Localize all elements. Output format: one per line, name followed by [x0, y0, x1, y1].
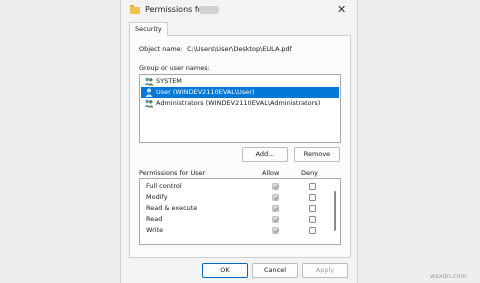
permission-name: Read — [146, 215, 163, 223]
deny-checkbox[interactable] — [309, 227, 316, 234]
list-item-label: SYSTEM — [156, 77, 182, 85]
deny-checkbox[interactable] — [309, 183, 316, 190]
tab-security[interactable]: Security — [129, 22, 168, 36]
permission-name: Read & execute — [146, 204, 198, 212]
permission-row-read-execute: Read & execute — [140, 203, 330, 214]
close-icon[interactable]: ✕ — [337, 3, 346, 16]
list-item-user[interactable]: User (WINDEV2110EVAL\User) — [141, 87, 339, 98]
allow-column-header: Allow — [262, 169, 280, 177]
permission-name: Full control — [146, 182, 182, 190]
permissions-list[interactable]: Full control Modify Read & execute Read — [139, 178, 341, 245]
allow-checkbox — [272, 194, 279, 201]
list-item-label: Administrators (WINDEV2110EVAL\Administr… — [156, 99, 321, 107]
list-item-administrators[interactable]: Administrators (WINDEV2110EVAL\Administr… — [141, 98, 339, 109]
permission-row-write: Write — [140, 225, 330, 236]
object-name-label: Object name: — [139, 45, 183, 53]
permission-row-full-control: Full control — [140, 181, 330, 192]
list-item-system[interactable]: SYSTEM — [141, 76, 339, 87]
watermark-text: wsxdn.com — [430, 272, 467, 280]
permission-row-modify: Modify — [140, 192, 330, 203]
allow-checkbox — [272, 205, 279, 212]
permissions-for-label: Permissions for User — [139, 169, 206, 177]
allow-checkbox — [272, 216, 279, 223]
ok-button[interactable]: OK — [202, 263, 248, 278]
permissions-dialog: Permissions for ✕ Security Object name: … — [120, 0, 358, 283]
deny-checkbox[interactable] — [309, 205, 316, 212]
deny-column-header: Deny — [301, 169, 318, 177]
permission-row-read: Read — [140, 214, 330, 225]
group-user-list[interactable]: SYSTEM User (WINDEV2110EVAL\User) Admini… — [139, 74, 341, 143]
deny-checkbox[interactable] — [309, 194, 316, 201]
list-item-label: User (WINDEV2110EVAL\User) — [156, 88, 255, 96]
allow-checkbox — [272, 183, 279, 190]
user-icon — [145, 88, 153, 97]
window-title: Permissions for — [145, 5, 206, 14]
title-bar: Permissions for ✕ — [121, 0, 357, 22]
permission-name: Write — [146, 226, 164, 234]
apply-button[interactable]: Apply — [302, 263, 348, 278]
deny-checkbox[interactable] — [309, 216, 316, 223]
add-button[interactable]: Add... — [242, 147, 288, 162]
remove-button[interactable]: Remove — [294, 147, 340, 162]
scrollbar-thumb[interactable] — [334, 191, 336, 231]
folder-icon — [130, 5, 140, 14]
permission-name: Modify — [146, 193, 168, 201]
users-group-icon — [144, 99, 154, 108]
security-panel: Object name: C:\Users\User\Desktop\EULA.… — [129, 35, 351, 258]
cancel-button[interactable]: Cancel — [252, 263, 298, 278]
allow-checkbox — [272, 227, 279, 234]
group-names-label: Group or user names: — [139, 64, 210, 72]
object-name-value: C:\Users\User\Desktop\EULA.pdf — [187, 45, 292, 53]
redacted-filename — [199, 6, 219, 14]
users-group-icon — [144, 77, 154, 86]
